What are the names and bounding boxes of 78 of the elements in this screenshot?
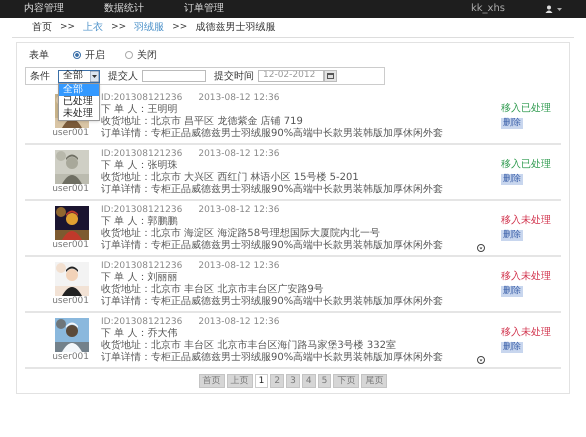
page-button[interactable]: 1 <box>254 374 268 388</box>
address-text: 收货地址：北京市 昌平区 龙德紫金 店铺 719 <box>101 116 304 128</box>
condition-select[interactable]: 全部 <box>58 70 100 82</box>
page-button[interactable]: 2 <box>270 374 284 388</box>
dropdown-option[interactable]: 已处理 <box>59 96 99 108</box>
breadcrumb-link[interactable]: 羽绒服 <box>134 20 164 35</box>
order-id: ID:201308121236 <box>101 148 182 160</box>
move-status-link[interactable]: 移入未处理 <box>501 215 551 227</box>
user-name: user001 <box>52 184 89 194</box>
breadcrumb-separator: >> <box>111 20 126 34</box>
page-button[interactable]: 5 <box>318 374 332 388</box>
delete-button[interactable]: 删除 <box>501 174 523 185</box>
detail-text: 订单详情：专柜正品威德兹男士羽绒服90%高端中长款男装韩版加厚休闲外套 <box>101 128 444 140</box>
address-text: 收货地址：北京市 丰台区 北京市丰台区海门路马家堡3号楼 332室 <box>101 340 397 352</box>
filter-label: 条件 <box>30 70 50 84</box>
move-status-link[interactable]: 移入未处理 <box>501 271 551 283</box>
delete-button[interactable]: 删除 <box>501 342 523 353</box>
nav-link[interactable]: 数据统计 <box>104 4 144 14</box>
detail-text: 订单详情：专柜正品威德兹男士羽绒服90%高端中长款男装韩版加厚休闲外套 <box>101 296 444 308</box>
detail-text: 订单详情：专柜正品威德兹男士羽绒服90%高端中长款男装韩版加厚休闲外套 <box>101 240 444 252</box>
page-button[interactable]: 3 <box>286 374 300 388</box>
move-status-link[interactable]: 移入已处理 <box>501 103 551 115</box>
nav-link[interactable]: 订单管理 <box>184 4 224 14</box>
submitter-field[interactable] <box>142 70 206 82</box>
user-name: user001 <box>52 352 89 362</box>
breadcrumb-separator: >> <box>60 20 76 34</box>
order-id: ID:201308121236 <box>101 92 182 104</box>
dropdown-option[interactable]: 全部 <box>59 84 99 96</box>
buyer-text: 下 单 人：郭鹏鹏 <box>101 216 178 228</box>
buyer-text: 下 单 人：乔大伟 <box>101 328 178 340</box>
breadcrumb-link[interactable]: 上衣 <box>83 20 104 35</box>
move-status-link[interactable]: 移入未处理 <box>501 327 551 339</box>
detail-text: 订单详情：专柜正品威德兹男士羽绒服90%高端中长款男装韩版加厚休闲外套 <box>101 352 444 364</box>
user-name: user001 <box>52 240 89 250</box>
detail-text: 订单详情：专柜正品威德兹男士羽绒服90%高端中长款男装韩版加厚休闲外套 <box>101 184 444 196</box>
user-name: user001 <box>52 296 89 306</box>
dropdown-option[interactable]: 未处理 <box>59 108 99 120</box>
order-id: ID:201308121236 <box>101 204 182 216</box>
caret-icon <box>90 70 99 82</box>
caret-icon[interactable] <box>557 8 562 10</box>
breadcrumb-text: 成德兹男士羽绒服 <box>195 20 276 35</box>
buyer-text: 下 单 人：张明珠 <box>101 160 178 172</box>
page-button[interactable]: 首页 <box>198 374 225 388</box>
calendar-button[interactable] <box>324 70 337 82</box>
delete-button[interactable]: 删除 <box>501 230 523 241</box>
page-button[interactable]: 4 <box>302 374 316 388</box>
delete-button[interactable]: 删除 <box>501 286 523 297</box>
user-name: user001 <box>52 128 89 138</box>
order-date: 2013-08-12 12:36 <box>198 92 280 104</box>
delete-button[interactable]: 删除 <box>501 118 523 129</box>
expand-icon[interactable] <box>477 244 485 252</box>
radio-option[interactable]: 开启 <box>73 48 105 62</box>
breadcrumb-text: 首页 <box>32 21 52 35</box>
address-text: 收货地址：北京市 大兴区 西红门 林语小区 15号楼 5-201 <box>101 172 360 184</box>
order-date: 2013-08-12 12:36 <box>198 148 280 160</box>
breadcrumb-separator: >> <box>172 20 188 34</box>
order-date: 2013-08-12 12:36 <box>198 204 280 216</box>
order-id: ID:201308121236 <box>101 260 182 272</box>
form-label: 表单 <box>29 48 49 62</box>
page-button[interactable]: 尾页 <box>361 374 388 388</box>
address-text: 收货地址：北京市 海淀区 海淀路58号理想国际大厦院内北一号 <box>101 228 382 240</box>
filter-label: 提交时间 <box>214 70 254 84</box>
order-id: ID:201308121236 <box>101 316 182 328</box>
move-status-link[interactable]: 移入已处理 <box>501 159 551 171</box>
radio-option[interactable]: 关闭 <box>125 48 157 62</box>
page-button[interactable]: 下页 <box>333 374 360 388</box>
filter-label: 提交人 <box>108 70 138 84</box>
buyer-text: 下 单 人：王明明 <box>101 104 178 116</box>
nav-link[interactable]: 内容管理 <box>24 4 64 14</box>
expand-icon[interactable] <box>477 356 485 364</box>
calendar-icon <box>327 73 334 79</box>
address-text: 收货地址：北京市 丰台区 北京市丰台区广安路9号 <box>101 284 325 296</box>
buyer-text: 下 单 人：刘丽丽 <box>101 272 178 284</box>
order-date: 2013-08-12 12:36 <box>198 316 280 328</box>
page-button[interactable]: 上页 <box>226 374 253 388</box>
order-date: 2013-08-12 12:36 <box>198 260 280 272</box>
user-icon <box>545 5 553 13</box>
user-name[interactable]: kk_xhs <box>470 4 505 14</box>
